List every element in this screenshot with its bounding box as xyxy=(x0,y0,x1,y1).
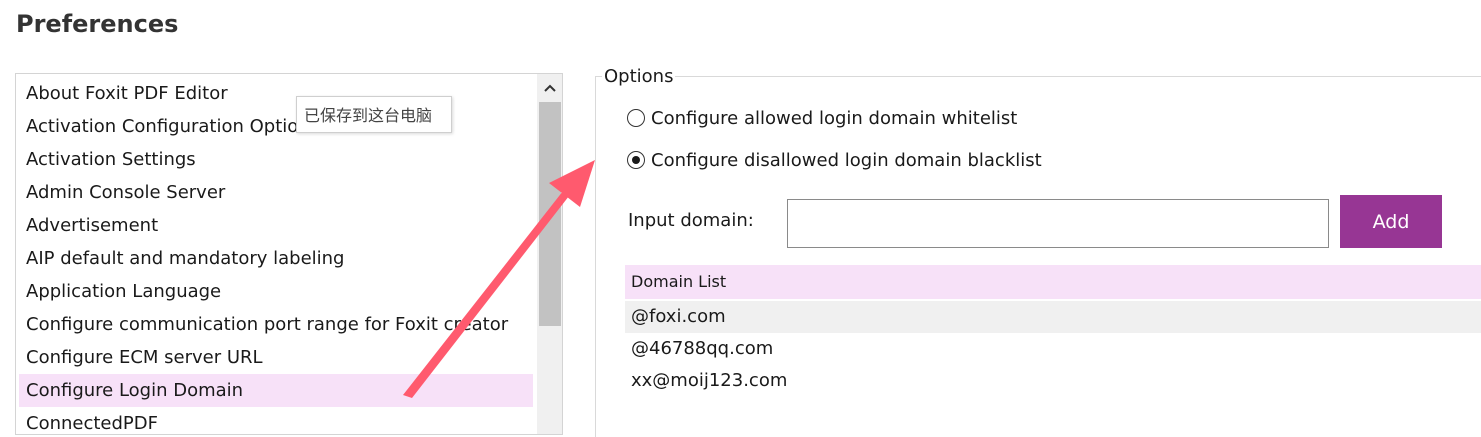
list-scrollbar[interactable] xyxy=(537,74,562,434)
list-item-about[interactable]: About Foxit PDF Editor xyxy=(19,77,533,110)
chevron-up-icon xyxy=(543,84,556,92)
list-item-application-language[interactable]: Application Language xyxy=(19,275,533,308)
list-item-activation-configuration-options[interactable]: Activation Configuration Options xyxy=(19,110,533,143)
domain-list-item[interactable]: @foxi.com xyxy=(625,301,1481,333)
preferences-category-list[interactable]: About Foxit PDF Editor Activation Config… xyxy=(15,73,563,435)
category-list-items: About Foxit PDF Editor Activation Config… xyxy=(19,77,533,434)
blacklist-radio-option[interactable]: Configure disallowed login domain blackl… xyxy=(627,148,1042,172)
options-legend: Options xyxy=(602,66,676,87)
list-item-connectedpdf[interactable]: ConnectedPDF xyxy=(19,407,533,434)
domain-list-item[interactable]: @46788qq.com xyxy=(625,333,1481,365)
page-title: Preferences xyxy=(16,10,179,38)
list-item-ecm-server-url[interactable]: Configure ECM server URL xyxy=(19,341,533,374)
domain-list-item[interactable]: xx@moij123.com xyxy=(625,365,1481,397)
list-item-advertisement[interactable]: Advertisement xyxy=(19,209,533,242)
scroll-thumb[interactable] xyxy=(539,102,561,326)
list-item-admin-console-server[interactable]: Admin Console Server xyxy=(19,176,533,209)
list-item-activation-settings[interactable]: Activation Settings xyxy=(19,143,533,176)
input-domain-label: Input domain: xyxy=(628,210,754,231)
list-item-communication-port-range[interactable]: Configure communication port range for F… xyxy=(19,308,533,341)
whitelist-radio[interactable] xyxy=(627,109,645,127)
list-item-configure-login-domain[interactable]: Configure Login Domain xyxy=(19,374,533,407)
domain-list-header: Domain List xyxy=(625,265,1481,299)
scroll-up-button[interactable] xyxy=(537,74,562,102)
list-item-aip-labeling[interactable]: AIP default and mandatory labeling xyxy=(19,242,533,275)
blacklist-radio-label[interactable]: Configure disallowed login domain blackl… xyxy=(651,150,1042,171)
saved-tooltip: 已保存到这台电脑 xyxy=(296,96,452,133)
whitelist-radio-option[interactable]: Configure allowed login domain whitelist xyxy=(627,106,1017,130)
add-domain-button[interactable]: Add xyxy=(1340,195,1442,248)
blacklist-radio[interactable] xyxy=(627,151,645,169)
domain-input[interactable] xyxy=(787,199,1329,248)
whitelist-radio-label[interactable]: Configure allowed login domain whitelist xyxy=(651,108,1017,129)
